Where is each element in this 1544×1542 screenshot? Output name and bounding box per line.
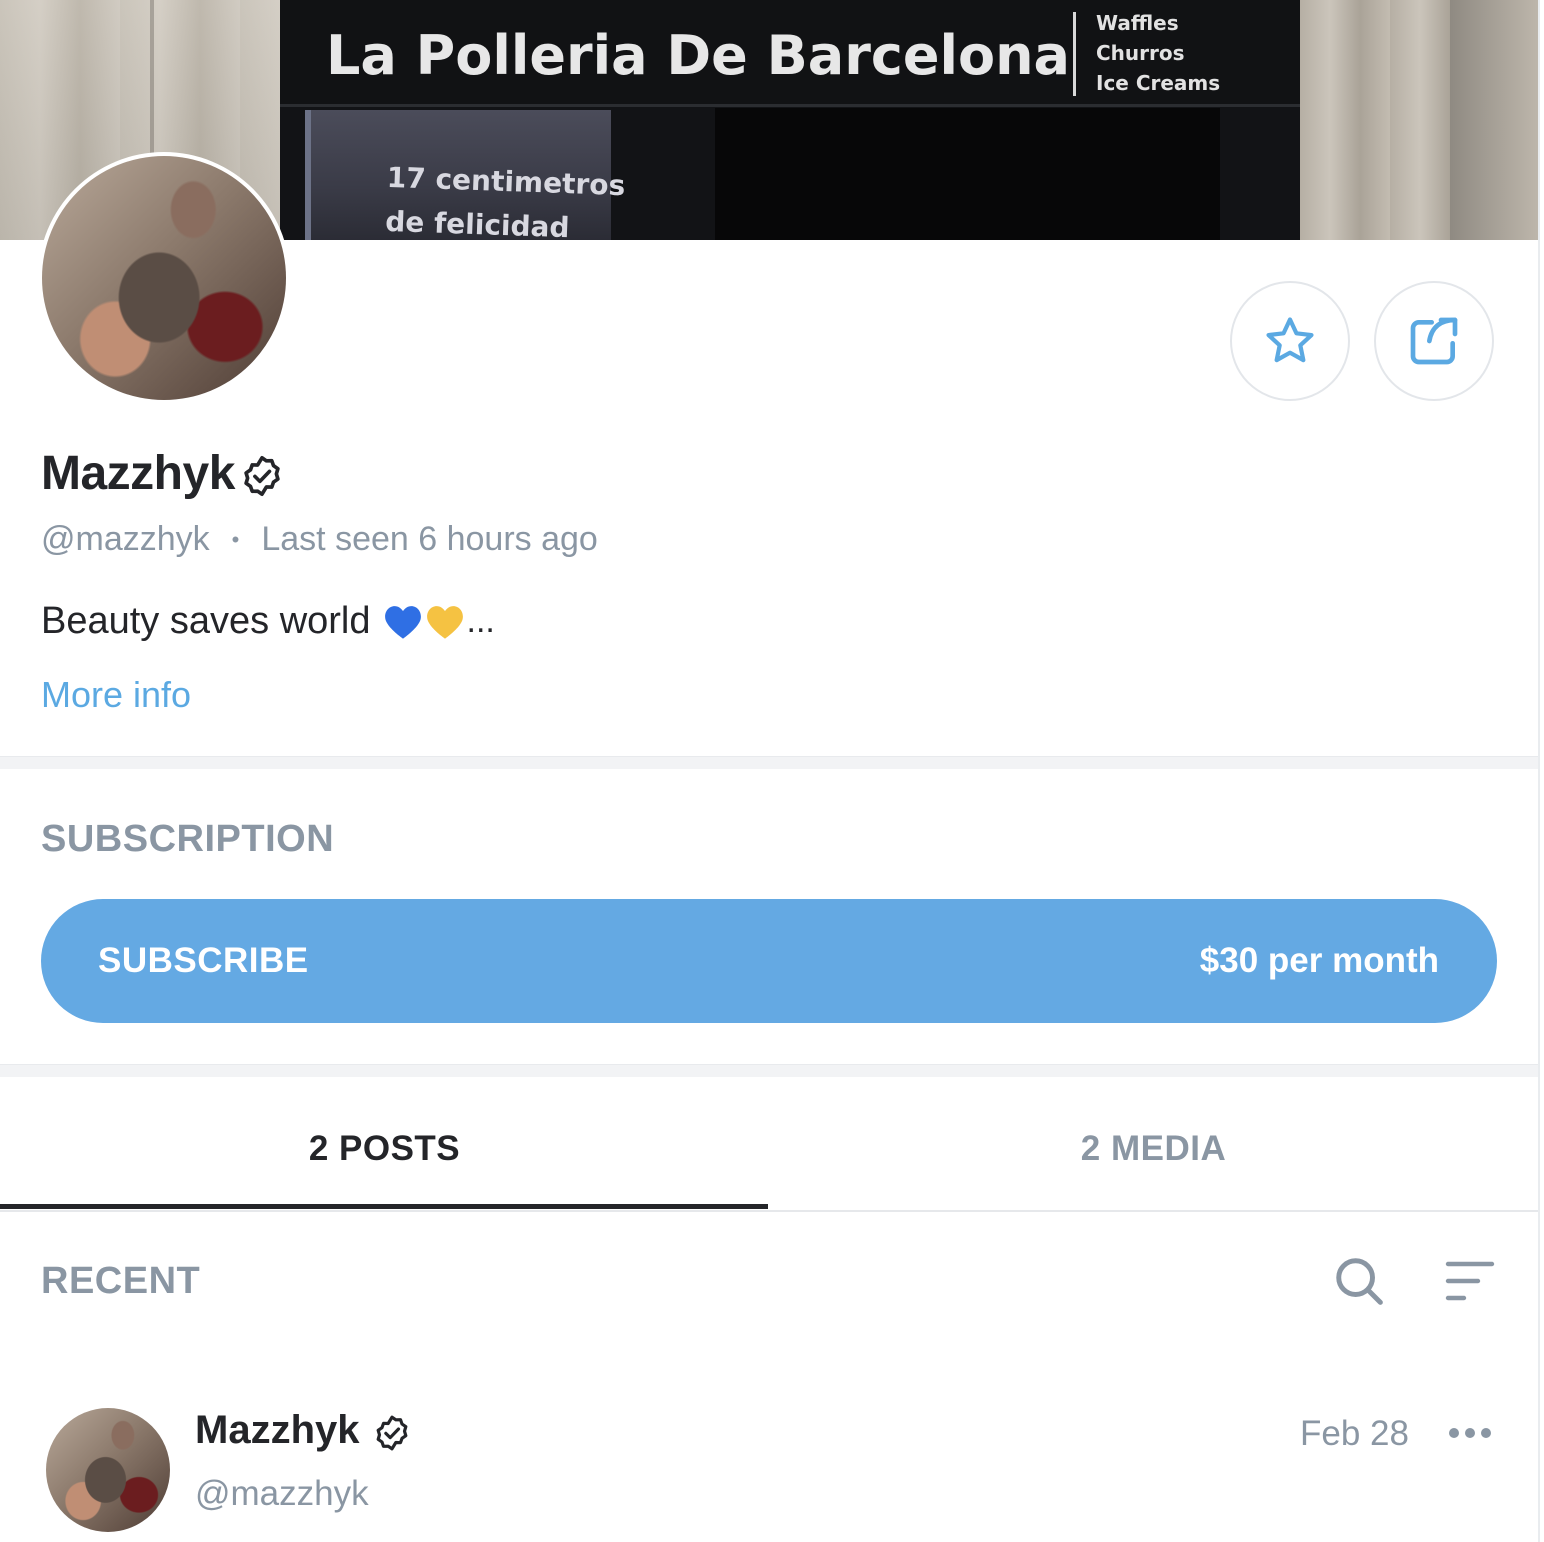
meta-separator: • [231,526,240,552]
post-author-name[interactable]: Mazzhyk [195,1408,360,1453]
bio-text: Beauty saves world [41,600,371,642]
cover-shop-sign: La Polleria De Barcelona Waffles Churros… [280,0,1302,107]
subscribe-button[interactable]: SUBSCRIBE $30 per month [41,899,1497,1023]
cover-sign-line: Ice Creams [1096,71,1221,95]
last-seen: Last seen 6 hours ago [261,520,598,558]
search-button[interactable] [1332,1254,1386,1313]
yellow-heart-icon [426,605,463,639]
avatar-photo [42,156,286,400]
profile-page: La Polleria De Barcelona Waffles Churros… [0,0,1540,1542]
cover-wall-right [1300,0,1538,240]
avatar-photo [46,1408,170,1532]
search-icon [1336,1258,1383,1305]
bio-ellipsis: ... [466,602,495,640]
cover-sign-line: Waffles [1096,11,1179,35]
section-divider [0,756,1538,769]
post-author-row: Mazzhyk [195,1408,412,1453]
cover-sign-side: Waffles Churros Ice Creams [1096,8,1220,98]
profile-bio: Beauty saves world ... [41,600,495,643]
active-tab-indicator [0,1204,768,1209]
cover-sign-divider [1073,12,1076,96]
cover-sign-line: Churros [1096,41,1185,65]
tab-media[interactable]: 2 MEDIA [769,1090,1538,1208]
post-more-button[interactable] [1446,1418,1494,1453]
profile-name: Mazzhyk [41,447,235,500]
post-author-handle[interactable]: @mazzhyk [195,1474,369,1514]
favorite-button[interactable] [1230,281,1350,401]
subscribe-label: SUBSCRIBE [98,941,309,980]
verified-badge-icon [376,1415,407,1450]
blue-heart-icon [384,605,421,639]
more-info-link[interactable]: More info [41,674,191,716]
section-divider [0,1064,1538,1077]
recent-title: RECENT [41,1260,201,1302]
cover-sign-title: La Polleria De Barcelona [326,24,1070,87]
cover-window-text: 17 centimetros de felicidad [385,156,626,240]
content-tabs: 2 POSTS 2 MEDIA [0,1090,1538,1212]
post-author-avatar[interactable] [46,1408,170,1532]
share-button[interactable] [1374,281,1494,401]
profile-meta: @mazzhyk • Last seen 6 hours ago [41,520,598,559]
sort-icon [1445,1261,1495,1301]
more-icon [1449,1428,1491,1438]
bio-emoji [383,603,465,641]
profile-handle: @mazzhyk [41,520,210,558]
subscription-title: SUBSCRIPTION [41,818,335,860]
post-date: Feb 28 [1300,1414,1409,1453]
profile-name-row: Mazzhyk [41,446,285,501]
tab-posts[interactable]: 2 POSTS [0,1090,769,1208]
share-icon [1410,317,1458,365]
sort-button[interactable] [1444,1258,1496,1309]
profile-avatar[interactable] [38,152,290,404]
subscription-price: $30 per month [1199,941,1439,980]
verified-badge-icon [244,455,280,496]
star-icon [1266,317,1314,363]
cover-door [715,108,1220,240]
cover-window: 17 centimetros de felicidad [305,110,626,240]
